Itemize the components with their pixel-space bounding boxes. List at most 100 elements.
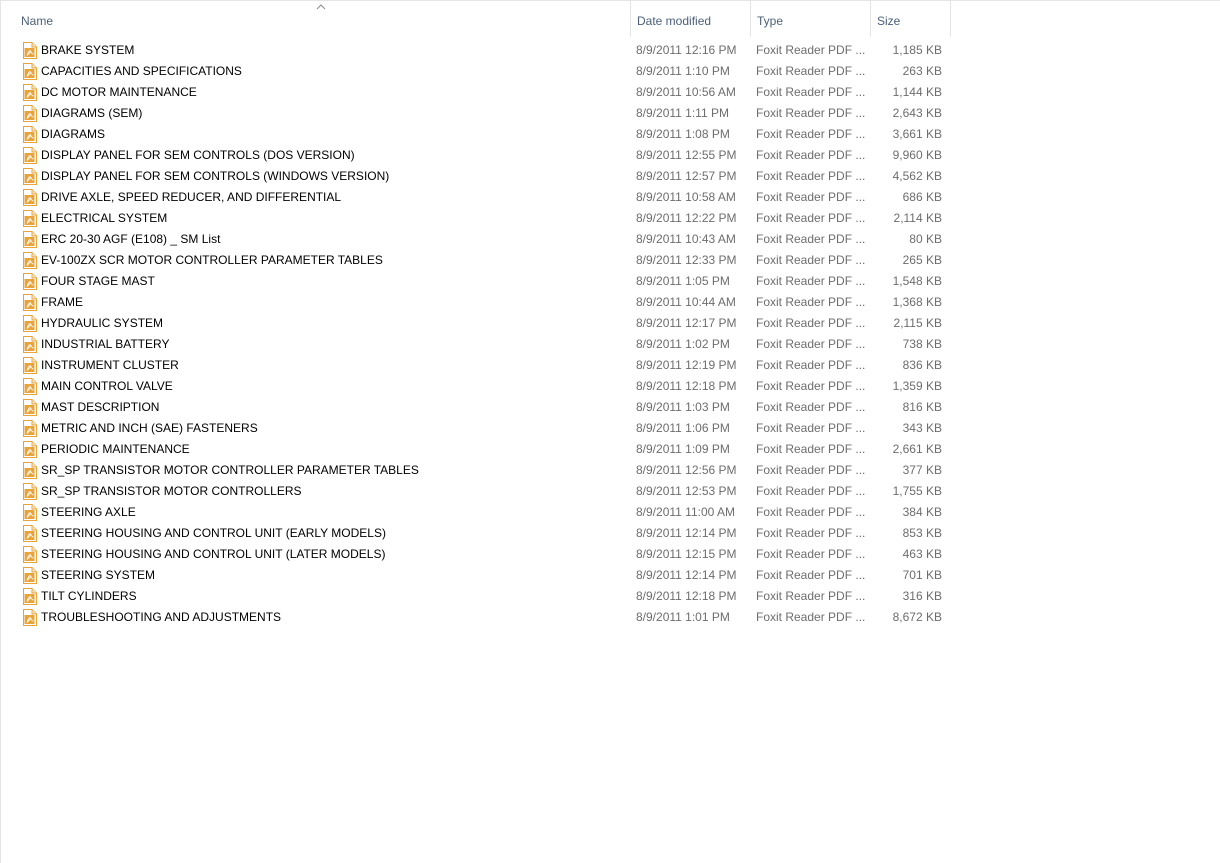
file-size: 1,359 KB xyxy=(892,379,942,393)
file-row[interactable]: TROUBLESHOOTING AND ADJUSTMENTS 8/9/2011… xyxy=(1,607,951,628)
pdf-file-icon xyxy=(23,294,37,311)
file-date-modified: 8/9/2011 1:03 PM xyxy=(636,400,730,414)
file-size: 263 KB xyxy=(902,64,942,78)
file-size: 9,960 KB xyxy=(892,148,942,162)
file-name: ELECTRICAL SYSTEM xyxy=(41,211,168,225)
file-name-cell[interactable]: STEERING SYSTEM xyxy=(22,565,622,586)
pdf-file-icon xyxy=(23,357,37,374)
pdf-file-icon xyxy=(23,252,37,269)
pdf-file-icon xyxy=(23,525,37,542)
file-name-cell[interactable]: FOUR STAGE MAST xyxy=(22,271,622,292)
file-type: Foxit Reader PDF ... xyxy=(756,484,866,498)
file-row[interactable]: METRIC AND INCH (SAE) FASTENERS 8/9/2011… xyxy=(1,418,951,439)
file-size: 1,368 KB xyxy=(892,295,942,309)
file-name-cell[interactable]: DISPLAY PANEL FOR SEM CONTROLS (WINDOWS … xyxy=(22,166,622,187)
file-row[interactable]: PERIODIC MAINTENANCE 8/9/2011 1:09 PM Fo… xyxy=(1,439,951,460)
file-row[interactable]: INDUSTRIAL BATTERY 8/9/2011 1:02 PM Foxi… xyxy=(1,334,951,355)
file-row[interactable]: EV-100ZX SCR MOTOR CONTROLLER PARAMETER … xyxy=(1,250,951,271)
file-name-cell[interactable]: DIAGRAMS xyxy=(22,124,622,145)
file-name-cell[interactable]: STEERING AXLE xyxy=(22,502,622,523)
file-row[interactable]: ELECTRICAL SYSTEM 8/9/2011 12:22 PM Foxi… xyxy=(1,208,951,229)
file-row[interactable]: HYDRAULIC SYSTEM 8/9/2011 12:17 PM Foxit… xyxy=(1,313,951,334)
column-header-name[interactable]: Name xyxy=(15,1,631,37)
file-date-modified: 8/9/2011 1:01 PM xyxy=(636,610,730,624)
pdf-file-icon xyxy=(23,336,37,353)
file-row[interactable]: STEERING SYSTEM 8/9/2011 12:14 PM Foxit … xyxy=(1,565,951,586)
column-header-size[interactable]: Size xyxy=(871,1,951,37)
file-size: 836 KB xyxy=(902,358,942,372)
file-name-cell[interactable]: DISPLAY PANEL FOR SEM CONTROLS (DOS VERS… xyxy=(22,145,622,166)
file-row[interactable]: STEERING AXLE 8/9/2011 11:00 AM Foxit Re… xyxy=(1,502,951,523)
file-row[interactable]: STEERING HOUSING AND CONTROL UNIT (LATER… xyxy=(1,544,951,565)
file-row[interactable]: MAST DESCRIPTION 8/9/2011 1:03 PM Foxit … xyxy=(1,397,951,418)
file-name-cell[interactable]: DIAGRAMS (SEM) xyxy=(22,103,622,124)
file-row[interactable]: INSTRUMENT CLUSTER 8/9/2011 12:19 PM Fox… xyxy=(1,355,951,376)
file-name-cell[interactable]: EV-100ZX SCR MOTOR CONTROLLER PARAMETER … xyxy=(22,250,622,271)
file-row[interactable]: DRIVE AXLE, SPEED REDUCER, AND DIFFERENT… xyxy=(1,187,951,208)
file-date-modified: 8/9/2011 12:18 PM xyxy=(636,589,737,603)
file-row[interactable]: STEERING HOUSING AND CONTROL UNIT (EARLY… xyxy=(1,523,951,544)
file-name-cell[interactable]: SR_SP TRANSISTOR MOTOR CONTROLLER PARAME… xyxy=(22,460,622,481)
file-type: Foxit Reader PDF ... xyxy=(756,610,866,624)
file-name-cell[interactable]: INSTRUMENT CLUSTER xyxy=(22,355,622,376)
file-name: MAST DESCRIPTION xyxy=(41,400,160,414)
pdf-file-icon xyxy=(23,42,37,59)
file-name-cell[interactable]: DRIVE AXLE, SPEED REDUCER, AND DIFFERENT… xyxy=(22,187,622,208)
file-row[interactable]: DC MOTOR MAINTENANCE 8/9/2011 10:56 AM F… xyxy=(1,82,951,103)
column-header-type[interactable]: Type xyxy=(751,1,871,37)
file-name-cell[interactable]: ELECTRICAL SYSTEM xyxy=(22,208,622,229)
column-header-date-modified[interactable]: Date modified xyxy=(631,1,751,37)
file-row[interactable]: SR_SP TRANSISTOR MOTOR CONTROLLERS 8/9/2… xyxy=(1,481,951,502)
file-name-cell[interactable]: METRIC AND INCH (SAE) FASTENERS xyxy=(22,418,622,439)
file-date-modified: 8/9/2011 12:14 PM xyxy=(636,526,737,540)
file-row[interactable]: CAPACITIES AND SPECIFICATIONS 8/9/2011 1… xyxy=(1,61,951,82)
file-type: Foxit Reader PDF ... xyxy=(756,316,866,330)
file-name-cell[interactable]: STEERING HOUSING AND CONTROL UNIT (LATER… xyxy=(22,544,622,565)
file-name-cell[interactable]: SR_SP TRANSISTOR MOTOR CONTROLLERS xyxy=(22,481,622,502)
file-row[interactable]: TILT CYLINDERS 8/9/2011 12:18 PM Foxit R… xyxy=(1,586,951,607)
file-date-modified: 8/9/2011 1:10 PM xyxy=(636,64,730,78)
file-date-modified: 8/9/2011 10:56 AM xyxy=(636,85,736,99)
file-name: DRIVE AXLE, SPEED REDUCER, AND DIFFERENT… xyxy=(41,190,342,204)
file-name: STEERING SYSTEM xyxy=(41,568,156,582)
file-row[interactable]: SR_SP TRANSISTOR MOTOR CONTROLLER PARAME… xyxy=(1,460,951,481)
file-size: 738 KB xyxy=(902,337,942,351)
file-name: SR_SP TRANSISTOR MOTOR CONTROLLER PARAME… xyxy=(41,463,419,477)
file-name-cell[interactable]: HYDRAULIC SYSTEM xyxy=(22,313,622,334)
pdf-file-icon xyxy=(23,462,37,479)
file-name-cell[interactable]: MAST DESCRIPTION xyxy=(22,397,622,418)
file-name-cell[interactable]: DC MOTOR MAINTENANCE xyxy=(22,82,622,103)
file-name-cell[interactable]: TROUBLESHOOTING AND ADJUSTMENTS xyxy=(22,607,622,628)
file-name-cell[interactable]: INDUSTRIAL BATTERY xyxy=(22,334,622,355)
file-row[interactable]: DISPLAY PANEL FOR SEM CONTROLS (WINDOWS … xyxy=(1,166,951,187)
file-name-cell[interactable]: MAIN CONTROL VALVE xyxy=(22,376,622,397)
pdf-file-icon xyxy=(23,378,37,395)
file-type: Foxit Reader PDF ... xyxy=(756,400,866,414)
file-type: Foxit Reader PDF ... xyxy=(756,148,866,162)
file-name: HYDRAULIC SYSTEM xyxy=(41,316,164,330)
file-row[interactable]: DISPLAY PANEL FOR SEM CONTROLS (DOS VERS… xyxy=(1,145,951,166)
file-row[interactable]: BRAKE SYSTEM 8/9/2011 12:16 PM Foxit Rea… xyxy=(1,40,951,61)
file-size: 1,755 KB xyxy=(892,484,942,498)
file-name: DISPLAY PANEL FOR SEM CONTROLS (WINDOWS … xyxy=(41,169,390,183)
file-type: Foxit Reader PDF ... xyxy=(756,274,866,288)
file-row[interactable]: ERC 20-30 AGF (E108) _ SM List 8/9/2011 … xyxy=(1,229,951,250)
file-name: EV-100ZX SCR MOTOR CONTROLLER PARAMETER … xyxy=(41,253,383,267)
file-row[interactable]: FOUR STAGE MAST 8/9/2011 1:05 PM Foxit R… xyxy=(1,271,951,292)
file-date-modified: 8/9/2011 12:19 PM xyxy=(636,358,737,372)
file-name-cell[interactable]: ERC 20-30 AGF (E108) _ SM List xyxy=(22,229,622,250)
file-name-cell[interactable]: STEERING HOUSING AND CONTROL UNIT (EARLY… xyxy=(22,523,622,544)
file-name-cell[interactable]: TILT CYLINDERS xyxy=(22,586,622,607)
file-size: 4,562 KB xyxy=(892,169,942,183)
file-row[interactable]: MAIN CONTROL VALVE 8/9/2011 12:18 PM Fox… xyxy=(1,376,951,397)
file-name-cell[interactable]: CAPACITIES AND SPECIFICATIONS xyxy=(22,61,622,82)
file-date-modified: 8/9/2011 1:11 PM xyxy=(636,106,729,120)
file-name-cell[interactable]: FRAME xyxy=(22,292,622,313)
file-date-modified: 8/9/2011 1:02 PM xyxy=(636,337,730,351)
file-name-cell[interactable]: BRAKE SYSTEM xyxy=(22,40,622,61)
file-row[interactable]: DIAGRAMS 8/9/2011 1:08 PM Foxit Reader P… xyxy=(1,124,951,145)
file-date-modified: 8/9/2011 12:16 PM xyxy=(636,43,737,57)
file-row[interactable]: FRAME 8/9/2011 10:44 AM Foxit Reader PDF… xyxy=(1,292,951,313)
file-row[interactable]: DIAGRAMS (SEM) 8/9/2011 1:11 PM Foxit Re… xyxy=(1,103,951,124)
file-name-cell[interactable]: PERIODIC MAINTENANCE xyxy=(22,439,622,460)
